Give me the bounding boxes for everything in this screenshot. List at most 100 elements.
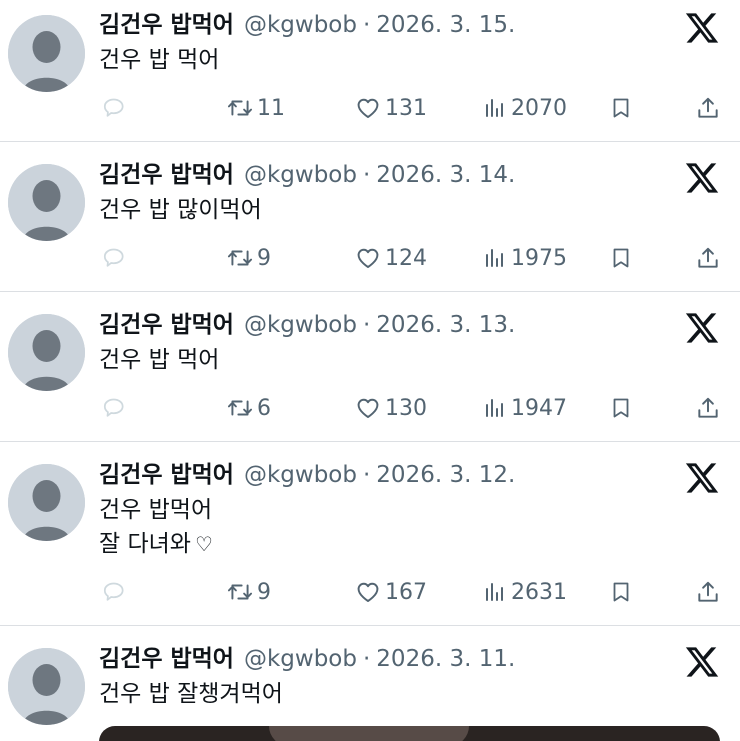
tweet-date[interactable]: 2026. 3. 14. [376,160,515,190]
display-name[interactable]: 김건우 밥먹어 [99,10,234,40]
views-button[interactable]: 2070 [484,91,567,125]
avatar[interactable] [8,464,85,541]
tweet-date[interactable]: 2026. 3. 11. [376,644,515,674]
share-button[interactable] [695,391,721,425]
x-logo-icon[interactable] [684,160,720,196]
x-logo-icon[interactable] [684,460,720,496]
x-logo-icon[interactable] [684,310,720,346]
default-avatar-icon [8,464,85,541]
bookmark-icon [613,248,629,268]
bookmark-icon [613,398,629,418]
tweet-feed: 김건우 밥먹어 @kgwbob · 2026. 3. 15. 건우 밥 먹어 1… [0,0,740,741]
tweet-text: 건우 밥 먹어 [99,47,220,73]
share-button[interactable] [695,241,721,275]
share-button[interactable] [695,575,721,609]
share-icon [698,581,718,602]
tweet-header: 김건우 밥먹어 @kgwbob · 2026. 3. 13. [99,310,515,340]
default-avatar-icon [8,164,85,241]
avatar[interactable] [8,15,85,92]
views-count: 1947 [511,395,567,421]
views-button[interactable]: 1947 [484,391,567,425]
like-count: 124 [385,245,427,271]
user-handle[interactable]: @kgwbob [244,160,357,190]
share-button[interactable] [695,91,721,125]
share-icon [698,247,718,268]
default-avatar-icon [8,15,85,92]
bookmark-button[interactable] [609,575,633,609]
separator: · [362,162,371,188]
reply-button[interactable] [101,241,127,275]
avatar[interactable] [8,648,85,725]
avatar[interactable] [8,164,85,241]
user-handle[interactable]: @kgwbob [244,10,357,40]
reply-icon [103,248,124,267]
action-bar: 9 124 1975 [0,241,740,275]
like-button[interactable]: 130 [354,391,427,425]
display-name[interactable]: 김건우 밥먹어 [99,644,234,674]
bookmark-button[interactable] [609,391,633,425]
views-icon [486,583,503,601]
user-handle[interactable]: @kgwbob [244,460,357,490]
reply-icon [103,98,124,117]
retweet-button[interactable]: 6 [226,391,271,425]
reply-button[interactable] [101,575,127,609]
retweet-icon [227,250,253,266]
display-name[interactable]: 김건우 밥먹어 [99,160,234,190]
like-count: 130 [385,395,427,421]
tweet[interactable]: 김건우 밥먹어 @kgwbob · 2026. 3. 12. 건우 밥먹어 잘 … [0,442,740,626]
tweet-date[interactable]: 2026. 3. 13. [376,310,515,340]
default-avatar-icon [8,314,85,391]
retweet-count: 6 [257,395,271,421]
bookmark-button[interactable] [609,241,633,275]
views-icon [486,249,503,267]
tweet-header: 김건우 밥먹어 @kgwbob · 2026. 3. 15. [99,10,515,40]
reply-icon [103,582,124,601]
tweet-text: 건우 밥 잘챙겨먹어 [99,681,283,707]
views-count: 2070 [511,95,567,121]
reply-button[interactable] [101,391,127,425]
bookmark-icon [613,582,629,602]
views-icon [486,99,503,117]
like-button[interactable]: 124 [354,241,427,275]
retweet-icon [227,584,253,600]
tweet-date[interactable]: 2026. 3. 15. [376,10,515,40]
avatar[interactable] [8,314,85,391]
display-name[interactable]: 김건우 밥먹어 [99,310,234,340]
views-count: 2631 [511,579,567,605]
display-name[interactable]: 김건우 밥먹어 [99,460,234,490]
user-handle[interactable]: @kgwbob [244,310,357,340]
like-button[interactable]: 167 [354,575,427,609]
bookmark-button[interactable] [609,91,633,125]
views-button[interactable]: 1975 [484,241,567,275]
x-logo-icon[interactable] [684,644,720,680]
action-bar: 6 130 1947 [0,391,740,425]
retweet-button[interactable]: 9 [226,241,271,275]
default-avatar-icon [8,648,85,725]
separator: · [362,12,371,38]
reply-icon [103,398,124,417]
tweet[interactable]: 김건우 밥먹어 @kgwbob · 2026. 3. 15. 건우 밥 먹어 1… [0,0,740,142]
retweet-count: 9 [257,245,271,271]
like-count: 131 [385,95,427,121]
tweet-text: 건우 밥 많이먹어 [99,197,262,223]
views-count: 1975 [511,245,567,271]
reply-button[interactable] [101,91,127,125]
tweet-header: 김건우 밥먹어 @kgwbob · 2026. 3. 12. [99,460,515,490]
like-button[interactable]: 131 [354,91,427,125]
retweet-button[interactable]: 9 [226,575,271,609]
retweet-icon [227,400,253,416]
separator: · [362,646,371,672]
tweet-date[interactable]: 2026. 3. 12. [376,460,515,490]
tweet[interactable]: 김건우 밥먹어 @kgwbob · 2026. 3. 11. 건우 밥 잘챙겨먹… [0,626,740,741]
heart-icon [357,98,379,118]
user-handle[interactable]: @kgwbob [244,644,357,674]
tweet-text: 건우 밥먹어 [99,497,213,523]
share-icon [698,397,718,418]
like-count: 167 [385,579,427,605]
tweet[interactable]: 김건우 밥먹어 @kgwbob · 2026. 3. 14. 건우 밥 많이먹어… [0,142,740,292]
x-logo-icon[interactable] [684,10,720,46]
heart-icon [357,398,379,418]
views-button[interactable]: 2631 [484,575,567,609]
tweet[interactable]: 김건우 밥먹어 @kgwbob · 2026. 3. 13. 건우 밥 먹어 6… [0,292,740,442]
retweet-button[interactable]: 11 [226,91,285,125]
